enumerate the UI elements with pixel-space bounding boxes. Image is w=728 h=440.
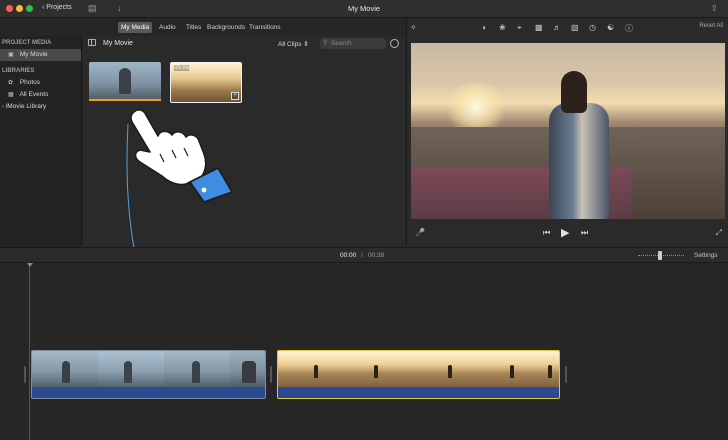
timeline-settings-button[interactable]: Settings (694, 252, 718, 259)
reset-all-button[interactable]: Reset All (699, 23, 723, 29)
zoom-slider-knob[interactable] (658, 251, 662, 260)
timeline-header: 00:00 / 00:38 Settings (0, 247, 728, 263)
fullscreen-icon[interactable]: ⤢ (716, 228, 722, 238)
current-time: 00:00 (340, 252, 357, 259)
total-duration: 00:38 (368, 252, 385, 259)
info-icon[interactable]: ⓘ (625, 23, 633, 34)
crop-icon[interactable]: ⌖ (517, 23, 522, 33)
volume-icon[interactable]: ♬ (553, 23, 561, 32)
audio-waveform (32, 387, 265, 398)
color-balance-icon[interactable]: ◑ (481, 23, 486, 32)
equalizer-icon[interactable]: ▧ (571, 23, 579, 32)
speed-icon[interactable]: ◷ (589, 23, 596, 32)
time-separator: / (361, 252, 363, 259)
playhead-handle[interactable] (27, 263, 33, 267)
skip-back-button[interactable]: ⏮ (543, 228, 550, 238)
audio-waveform (278, 387, 559, 398)
color-palette-icon[interactable]: ❀ (499, 23, 506, 32)
timeline-clip-selected[interactable] (277, 350, 560, 399)
timeline-clip[interactable] (31, 350, 266, 399)
video-preview (411, 43, 725, 219)
play-button[interactable]: ▶ (561, 226, 569, 239)
playhead[interactable] (29, 263, 30, 440)
magic-wand-icon[interactable]: ✧ (410, 23, 417, 32)
filter-icon[interactable]: ☯ (607, 23, 614, 32)
skip-forward-button[interactable]: ⏭ (581, 228, 588, 238)
clip-trim-handle[interactable] (24, 366, 26, 383)
viewer-panel: ✧ ◑ ❀ ⌖ ▩ ♬ ▧ ◷ ☯ ⓘ Reset All 🎤 ⏮ ▶ ⏭ ⤢ (406, 18, 728, 246)
woman-figure (549, 103, 609, 219)
clip-trim-handle[interactable] (565, 366, 567, 383)
clip-trim-handle[interactable] (270, 366, 272, 383)
microphone-icon[interactable]: 🎤 (415, 228, 425, 237)
stabilization-icon[interactable]: ▩ (535, 23, 543, 32)
